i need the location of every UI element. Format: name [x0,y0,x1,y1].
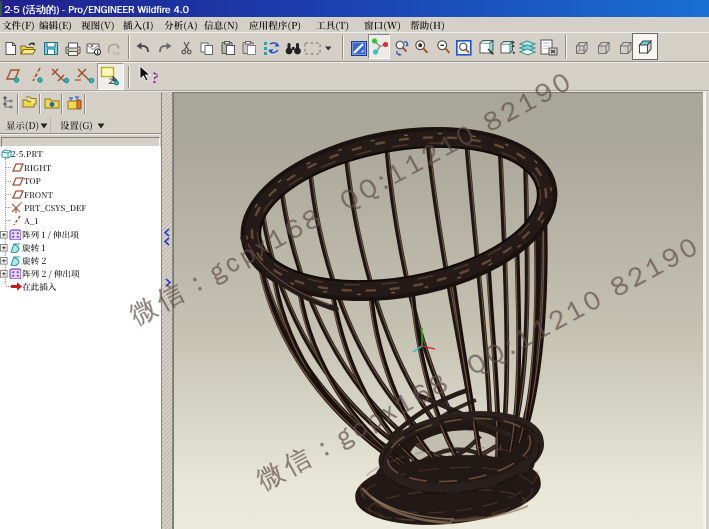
svg-text:500: 500 [113,51,120,56]
